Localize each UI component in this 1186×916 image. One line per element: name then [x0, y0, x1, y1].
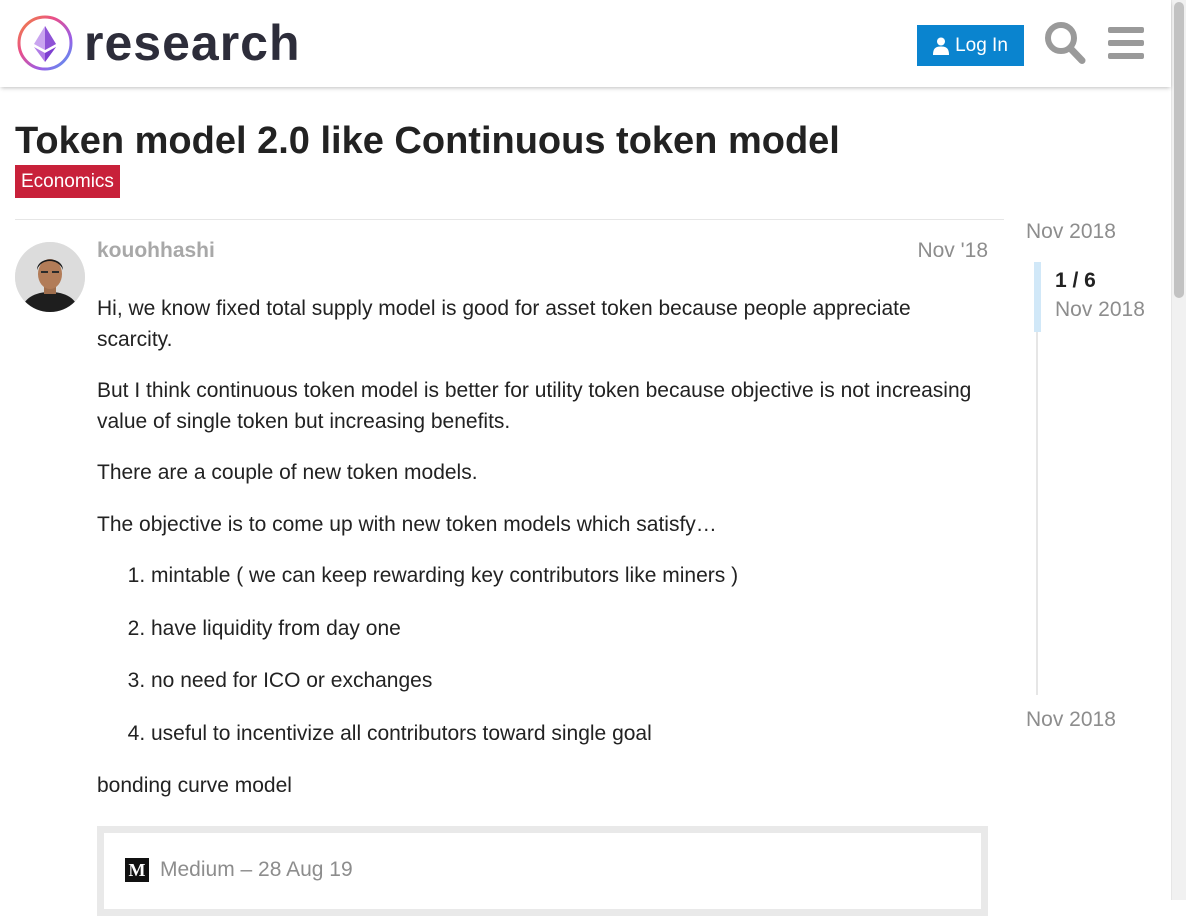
timeline-handle[interactable]: [1034, 262, 1041, 332]
scrollbar-thumb[interactable]: [1174, 2, 1184, 298]
list-item: useful to incentivize all contributors t…: [151, 719, 988, 750]
medium-logo-icon: M: [125, 858, 149, 882]
category-badge[interactable]: Economics: [15, 165, 120, 198]
requirements-list: mintable ( we can keep rewarding key con…: [97, 561, 988, 749]
post-author[interactable]: kouohhashi: [97, 239, 215, 263]
topic-title[interactable]: Token model 2.0 like Continuous token mo…: [15, 118, 840, 164]
avatar-image: [15, 242, 85, 312]
list-item: have liquidity from day one: [151, 614, 988, 645]
link-preview-source-text: Medium – 28 Aug 19: [160, 858, 353, 881]
site-name[interactable]: research: [84, 14, 301, 72]
post-body: Hi, we know fixed total supply model is …: [97, 294, 988, 823]
avatar[interactable]: [15, 242, 85, 312]
link-preview-source: M Medium – 28 Aug 19: [125, 858, 353, 882]
list-item: mintable ( we can keep rewarding key con…: [151, 561, 988, 592]
site-logo-icon[interactable]: [16, 14, 74, 72]
link-preview-card[interactable]: M Medium – 28 Aug 19: [97, 826, 988, 916]
timeline-position[interactable]: 1 / 6: [1055, 269, 1096, 293]
timeline-start-date[interactable]: Nov 2018: [1026, 220, 1116, 244]
post-paragraph: Hi, we know fixed total supply model is …: [97, 297, 911, 351]
hamburger-menu-icon[interactable]: [1106, 24, 1146, 62]
login-label: Log In: [955, 34, 1008, 56]
list-item: no need for ICO or exchanges: [151, 666, 988, 697]
timeline-position-date: Nov 2018: [1055, 298, 1145, 321]
post-paragraph: There are a couple of new token models.: [97, 461, 478, 484]
post-date[interactable]: Nov '18: [917, 239, 988, 263]
post-paragraph: bonding curve model: [97, 774, 292, 797]
timeline-end-date[interactable]: Nov 2018: [1026, 708, 1116, 732]
user-icon: [933, 37, 950, 55]
search-icon[interactable]: [1043, 20, 1087, 66]
divider: [15, 219, 1004, 220]
page-scrollbar[interactable]: [1171, 0, 1186, 900]
site-header: research Log In: [0, 0, 1171, 87]
post-paragraph: But I think continuous token model is be…: [97, 379, 972, 433]
post-paragraph: The objective is to come up with new tok…: [97, 512, 717, 536]
login-button[interactable]: Log In: [917, 25, 1024, 66]
